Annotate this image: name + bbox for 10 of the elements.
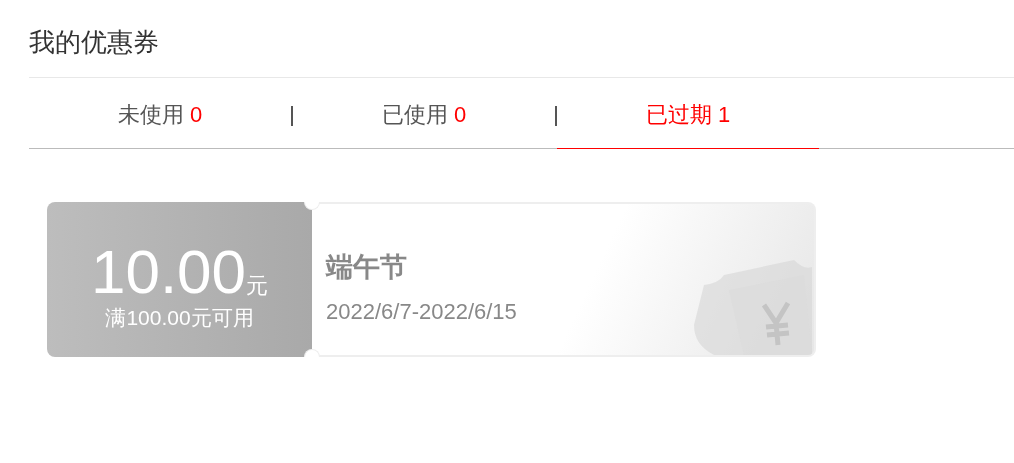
tab[interactable]: 未使用 0 bbox=[29, 78, 291, 149]
coupon-amount: 10.00 bbox=[90, 241, 247, 302]
coupon-name: 端午节 bbox=[326, 250, 408, 284]
tab[interactable]: 已过期 1 bbox=[557, 78, 819, 149]
page-title: 我的优惠券 bbox=[29, 0, 1014, 78]
currency-unit: 元 bbox=[246, 271, 269, 300]
coupon-period: 2022/6/7-2022/6/15 bbox=[326, 298, 518, 325]
tab[interactable]: 已使用 0 bbox=[293, 78, 555, 149]
coupon-condition: 满100.00元可用 bbox=[105, 304, 254, 331]
ticket-icon bbox=[694, 260, 812, 355]
